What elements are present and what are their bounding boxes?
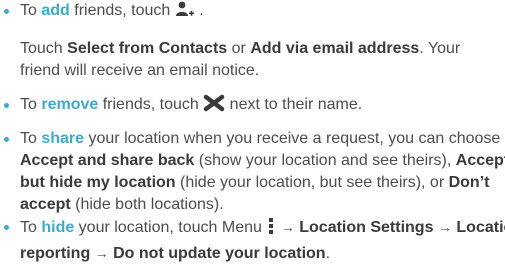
do-not-update-location-label: Do not update your location bbox=[113, 245, 326, 262]
item-text: To share your location when you receive … bbox=[20, 128, 505, 216]
text-body: your location when you receive a request… bbox=[84, 130, 501, 147]
arrow-icon: → bbox=[94, 245, 109, 261]
text-lead: To bbox=[20, 96, 42, 113]
keyword-remove: remove bbox=[41, 96, 99, 113]
detail-text: Touch bbox=[20, 40, 68, 57]
text-body: friends, touch bbox=[69, 2, 175, 19]
text-tail: . bbox=[194, 2, 204, 19]
text-body: (hide both locations). bbox=[70, 196, 224, 213]
list-item-hide: To hide your location, touch Menu → Loca… bbox=[0, 216, 505, 265]
text-body: (hide your location, but see theirs), or bbox=[175, 174, 449, 191]
arrow-icon: → bbox=[280, 219, 295, 235]
item-text: To add friends, touch . bbox=[20, 0, 505, 25]
text-body: friends, touch bbox=[98, 96, 204, 113]
bullet-dot bbox=[4, 9, 9, 14]
detail-text: or bbox=[227, 40, 251, 57]
add-via-email-label: Add via email address bbox=[250, 40, 420, 57]
text-tail: next to their name. bbox=[225, 96, 363, 113]
select-from-contacts-label: Select from Contacts bbox=[67, 40, 228, 57]
add-friends-detail: Touch Select from Contacts or Add via em… bbox=[20, 38, 500, 82]
item-text: To remove friends, touch next to their n… bbox=[20, 94, 505, 119]
menu-dots-icon bbox=[266, 217, 276, 242]
keyword-share: share bbox=[41, 130, 85, 147]
remove-x-icon bbox=[203, 94, 225, 119]
text-lead: To bbox=[20, 130, 42, 147]
text-tail: . bbox=[325, 245, 331, 262]
list-item-remove: To remove friends, touch next to their n… bbox=[0, 94, 505, 119]
accept-share-back-label: Accept and share back bbox=[20, 152, 195, 169]
location-settings-label: Location Settings bbox=[299, 219, 434, 236]
add-person-icon bbox=[175, 0, 195, 25]
list-item-add: To add friends, touch . bbox=[0, 0, 505, 25]
text-lead: To bbox=[20, 219, 42, 236]
bullet-dot bbox=[4, 137, 9, 142]
text-body: your location, touch Menu bbox=[74, 219, 267, 236]
list-item-share: To share your location when you receive … bbox=[0, 128, 505, 216]
bullet-dot bbox=[4, 225, 9, 230]
keyword-hide: hide bbox=[41, 219, 75, 236]
text-body: (show your location and see theirs), bbox=[194, 152, 456, 169]
text-lead: To bbox=[20, 2, 42, 19]
arrow-icon: → bbox=[437, 219, 452, 235]
item-text: To hide your location, touch Menu → Loca… bbox=[20, 216, 505, 265]
keyword-add: add bbox=[41, 2, 70, 19]
bullet-dot bbox=[4, 103, 9, 108]
